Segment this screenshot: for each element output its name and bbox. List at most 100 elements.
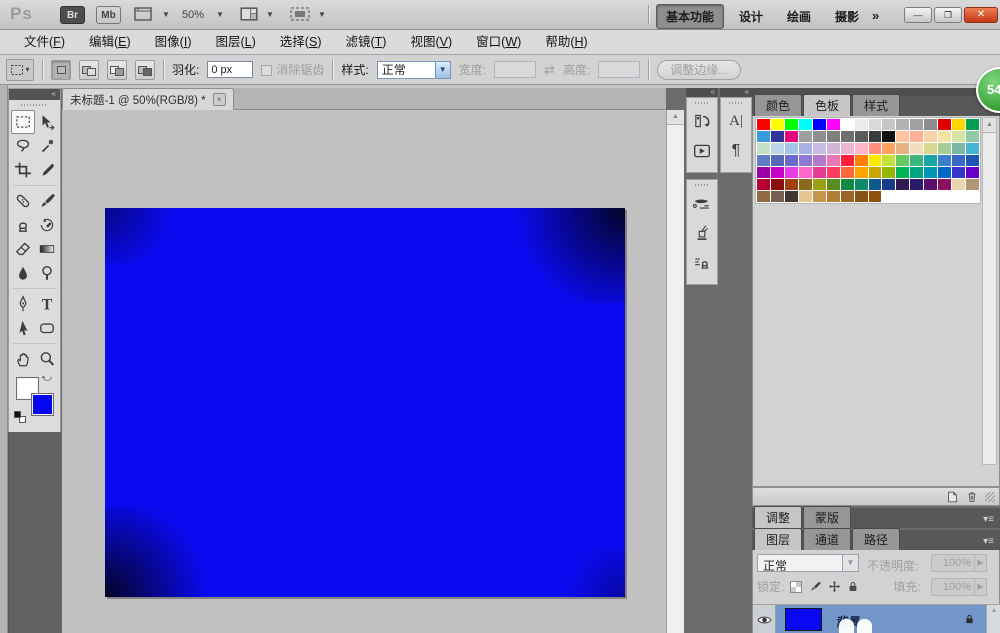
color-swatch[interactable] [938,119,951,130]
blend-mode-select[interactable]: 正常 ▼ [757,554,859,572]
lock-image-icon[interactable] [808,580,822,594]
color-swatch[interactable] [910,155,923,166]
color-swatch[interactable] [757,155,770,166]
color-swatch[interactable] [757,179,770,190]
color-swatch[interactable] [827,119,840,130]
character-panel-icon[interactable]: A| [724,108,748,134]
vertical-scrollbar[interactable]: ▲ [666,110,684,633]
color-swatch[interactable] [841,191,854,202]
color-swatch[interactable] [771,119,784,130]
layers-panel-menu-icon[interactable]: ▾≡ [983,536,1000,550]
color-swatch[interactable] [882,155,895,166]
color-swatch[interactable] [785,143,798,154]
color-swatch[interactable] [910,179,923,190]
color-swatch[interactable] [924,119,937,130]
color-swatch[interactable] [896,179,909,190]
healing-brush-tool[interactable] [11,189,35,213]
workspace-tab[interactable]: 基本功能 [656,4,724,29]
color-swatch[interactable] [924,131,937,142]
scroll-up-icon[interactable]: ▲ [667,110,684,125]
color-swatch[interactable] [799,191,812,202]
color-swatch[interactable] [952,119,965,130]
color-swatch[interactable] [799,179,812,190]
color-swatch[interactable] [896,131,909,142]
color-swatch[interactable] [785,191,798,202]
menu-t[interactable]: 滤镜(T) [333,30,398,54]
color-swatch[interactable] [771,143,784,154]
color-swatch[interactable] [757,119,770,130]
menu-s[interactable]: 选择(S) [268,30,334,54]
mini-bridge-button[interactable]: Mb [96,6,121,24]
lock-transparency-icon[interactable] [789,580,803,594]
color-swatch[interactable] [855,155,868,166]
color-swatch[interactable] [785,179,798,190]
color-swatch[interactable] [813,155,826,166]
style-select[interactable]: 正常 ▼ [377,61,451,79]
document-area[interactable] [62,110,666,633]
hand-tool[interactable] [11,347,35,371]
color-swatch[interactable] [882,167,895,178]
collapse-dock-button[interactable]: « [686,88,718,97]
color-swatch[interactable] [924,167,937,178]
color-swatch[interactable] [938,179,951,190]
color-swatch[interactable] [813,143,826,154]
color-swatch[interactable] [785,131,798,142]
tab-路径[interactable]: 路径 [852,528,900,550]
color-swatch[interactable] [882,131,895,142]
color-swatch[interactable] [813,131,826,142]
tab-通道[interactable]: 通道 [803,528,851,550]
color-swatch[interactable] [966,155,979,166]
zoom-tool[interactable] [35,347,59,371]
move-tool[interactable] [35,110,59,134]
lasso-tool[interactable] [11,134,35,158]
workspace-tab[interactable]: 摄影 [826,5,868,28]
color-swatch[interactable] [938,167,951,178]
color-swatch[interactable] [841,155,854,166]
gradient-tool[interactable] [35,237,59,261]
color-swatch[interactable] [855,167,868,178]
swap-colors-icon[interactable]: ⤸ [41,376,52,382]
eyedropper-tool[interactable] [35,158,59,182]
scroll-up-icon[interactable]: ▲ [983,118,996,133]
pen-tool[interactable] [11,292,35,316]
color-swatch[interactable] [855,119,868,130]
menu-v[interactable]: 视图(V) [398,30,464,54]
color-swatch[interactable] [924,155,937,166]
color-swatch[interactable] [771,191,784,202]
color-swatch[interactable] [952,143,965,154]
minimize-button[interactable]: — [904,7,932,23]
layers-scrollbar[interactable]: ▲ [986,605,1000,633]
magic-wand-tool[interactable] [35,134,59,158]
blur-tool[interactable] [11,261,35,285]
color-swatch[interactable] [813,167,826,178]
color-swatch[interactable] [771,155,784,166]
color-swatch[interactable] [841,179,854,190]
type-tool[interactable]: T [35,292,59,316]
color-swatch[interactable] [827,143,840,154]
color-swatch[interactable] [952,179,965,190]
clone-stamp-tool[interactable] [11,213,35,237]
drag-handle[interactable] [695,102,709,104]
color-swatch[interactable] [924,143,937,154]
color-swatch[interactable] [869,119,882,130]
color-swatch[interactable] [869,167,882,178]
color-swatch[interactable] [813,119,826,130]
tab-颜色[interactable]: 颜色 [754,94,802,116]
color-swatch[interactable] [966,119,979,130]
color-swatch[interactable] [869,131,882,142]
drag-handle[interactable] [729,102,743,104]
path-selection-tool[interactable] [11,316,35,340]
brush-tool[interactable] [35,189,59,213]
tool-preset-picker[interactable]: ▾ [6,59,34,81]
color-swatch[interactable] [966,167,979,178]
color-swatch[interactable] [827,167,840,178]
chevron-down-icon[interactable]: ▼ [266,10,274,19]
arrange-documents-icon[interactable] [240,6,258,22]
collapse-toolbox-button[interactable]: « [9,89,60,100]
color-swatch[interactable] [799,119,812,130]
bridge-button[interactable]: Br [60,6,85,24]
rectangular-marquee-tool[interactable] [11,110,35,134]
color-swatch[interactable] [896,167,909,178]
new-swatch-icon[interactable] [945,490,959,504]
menu-f[interactable]: 文件(F) [12,30,77,54]
